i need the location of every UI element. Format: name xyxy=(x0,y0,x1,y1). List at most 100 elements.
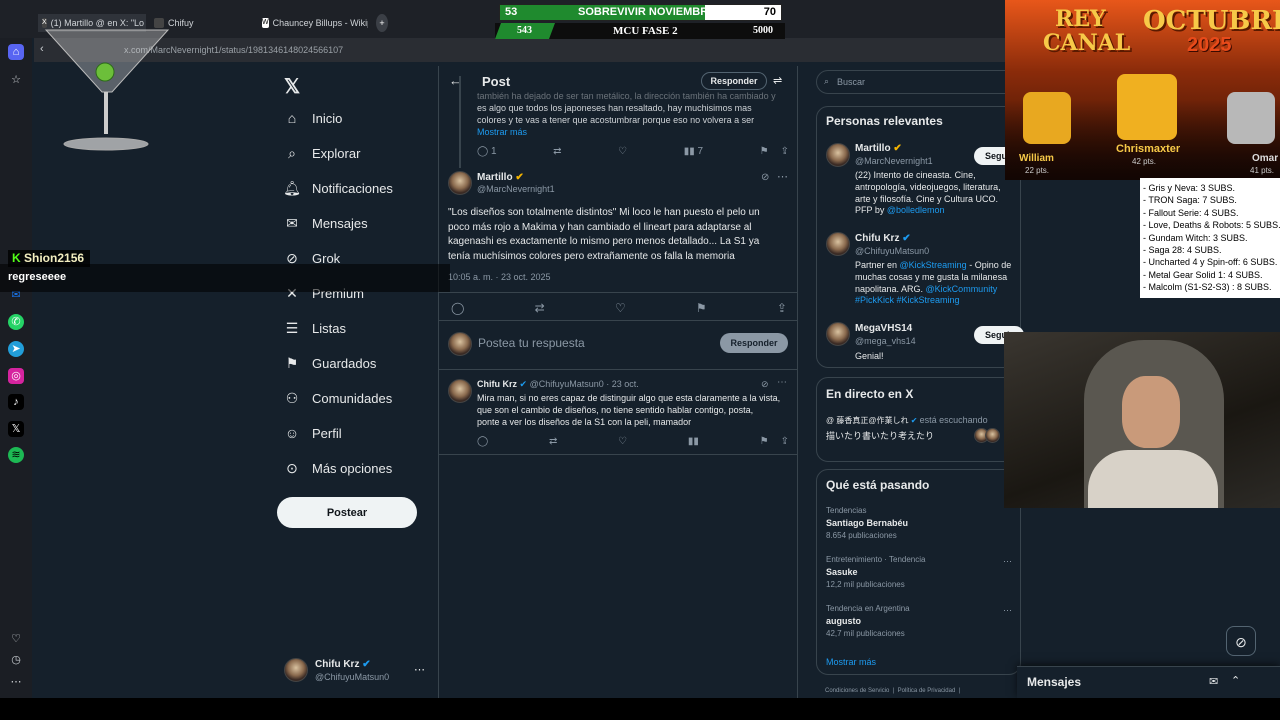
nav-mas-opciones[interactable]: ⊙ Más opciones xyxy=(284,453,392,483)
nav-mensajes[interactable]: ✉ Mensajes xyxy=(284,208,368,238)
mention-link[interactable]: @KickCommunity xyxy=(926,284,998,294)
account-handle: @ChifuyuMatsun0 xyxy=(315,672,390,682)
tiktok-icon[interactable]: ♪ xyxy=(8,394,24,410)
nav-guardados[interactable]: ⚑ Guardados xyxy=(284,348,377,378)
trend-item[interactable]: Tendencias Santiago Bernabéu 8.654 publi… xyxy=(826,506,1011,540)
instagram-icon[interactable]: ◎ xyxy=(8,368,24,384)
person-icon: ☺ xyxy=(284,425,300,441)
grok-icon[interactable]: ⊘ xyxy=(761,379,769,390)
more-icon[interactable]: ⋯ xyxy=(1003,605,1012,616)
x-logo-icon[interactable]: 𝕏 xyxy=(284,74,300,99)
hashtag-link[interactable]: #PickKick #KickStreaming xyxy=(855,295,1020,307)
reply-author[interactable]: Chifu Krz ✔ @ChifuyuMatsun0 · 23 oct. xyxy=(477,379,639,390)
expand-icon[interactable]: ⌃ xyxy=(1231,674,1240,687)
tweet-timestamp[interactable]: 10:05 a. m. · 23 oct. 2025 xyxy=(448,272,551,282)
retweet-icon[interactable]: ⇄ xyxy=(535,301,545,315)
list-item: - Gundam Witch: 3 SUBS. xyxy=(1143,232,1248,243)
like-icon[interactable]: ♡ xyxy=(615,301,626,315)
history-icon[interactable]: ◷ xyxy=(8,652,24,668)
nav-comunidades[interactable]: ⚇ Comunidades xyxy=(284,383,393,413)
retweet-icon[interactable]: ⇄ xyxy=(553,146,561,157)
reply-header-button[interactable]: Responder xyxy=(701,72,767,90)
share-icon[interactable]: ⇪ xyxy=(777,301,787,315)
mention-link[interactable]: @KickStreaming xyxy=(900,260,967,270)
whatsapp-icon[interactable]: ✆ xyxy=(8,314,24,330)
divider xyxy=(439,320,797,321)
show-more-link[interactable]: Mostrar más xyxy=(826,657,876,667)
search-input[interactable]: ⌕ Buscar xyxy=(816,70,1021,94)
heart-icon[interactable]: ♡ xyxy=(8,631,24,647)
stream-screen: O ⌂ ☆ ✉ ✆ ➤ ◎ ♪ 𝕏 ≋ ♡ ◷ ⋯ X(1) Martillo … xyxy=(0,0,1280,720)
reply-icon[interactable]: ◯ xyxy=(477,436,488,447)
grok-icon[interactable]: ⊘ xyxy=(761,172,769,183)
person-name[interactable]: Chifu Krz ✔ xyxy=(855,233,911,244)
like-icon[interactable]: ♡ xyxy=(618,146,627,157)
account-switcher[interactable]: Chifu Krz ✔ @ChifuyuMatsun0 ⋯ xyxy=(284,656,434,692)
tab-wikipedia[interactable]: W Chauncey Billups - Wikip xyxy=(258,14,368,32)
reply-icon[interactable]: ◯ xyxy=(451,301,464,315)
bookmark-icon[interactable]: ⚑ xyxy=(760,436,769,447)
live-user[interactable]: @ 藤香真正@作業しれ ✔ está escuchando xyxy=(826,415,988,426)
x-app-icon[interactable]: 𝕏 xyxy=(8,421,24,437)
messages-dock[interactable]: Mensajes ✉ ⌃ xyxy=(1017,666,1280,698)
author-handle[interactable]: @MarcNevernight1 xyxy=(477,184,555,194)
reply-author-avatar[interactable] xyxy=(448,379,472,403)
star-icon[interactable]: ☆ xyxy=(8,72,24,88)
more-icon: ⊙ xyxy=(286,459,298,476)
share-icon[interactable]: ⇪ xyxy=(781,146,789,157)
bookmark-icon[interactable]: ⚑ xyxy=(760,146,769,157)
compose-message-icon[interactable]: ✉ xyxy=(1209,675,1218,688)
home-icon[interactable]: ⌂ xyxy=(8,44,24,60)
stream-chat-message: K Shion2156 regreseeee xyxy=(0,250,450,292)
settings-sliders-icon[interactable]: ⇌ xyxy=(773,74,782,87)
like-icon[interactable]: ♡ xyxy=(618,436,627,447)
address-bar[interactable]: ‹ x.com/MarcNevernight1/status/198134614… xyxy=(34,38,1005,62)
nav-perfil[interactable]: ☺ Perfil xyxy=(284,418,342,448)
mail-icon: ✉ xyxy=(286,214,298,231)
verified-icon: ✔ xyxy=(362,659,371,670)
bookmark-icon[interactable]: ⚑ xyxy=(696,301,707,315)
telegram-icon[interactable]: ➤ xyxy=(8,341,24,357)
retweet-icon[interactable]: ⇄ xyxy=(549,436,557,447)
author-name[interactable]: Martillo ✔ xyxy=(477,172,524,183)
avatar[interactable] xyxy=(826,322,850,346)
reply-action[interactable]: ◯ 1 xyxy=(477,146,497,157)
messages-title: Mensajes xyxy=(1027,675,1082,689)
person-handle[interactable]: @ChifuyuMatsun0 xyxy=(855,246,929,256)
reply-input[interactable]: Postea tu respuesta xyxy=(478,336,585,350)
share-icon[interactable]: ⇪ xyxy=(781,436,789,447)
grok-float-button[interactable]: ⊘ xyxy=(1226,626,1256,656)
post-button[interactable]: Postear xyxy=(277,497,417,528)
chart-icon[interactable]: ▮▮ xyxy=(688,436,699,447)
nav-explorar[interactable]: ⌕ Explorar xyxy=(284,138,360,168)
person-handle[interactable]: @mega_vhs14 xyxy=(855,336,916,346)
spotify-icon[interactable]: ≋ xyxy=(8,447,24,463)
nav-inicio[interactable]: ⌂ Inicio xyxy=(284,103,343,133)
more-icon[interactable]: ⋯ xyxy=(414,663,425,676)
goal-bar-top: 53 SOBREVIVIR NOVIEMBRE 70 xyxy=(499,4,782,21)
footer-links[interactable]: Condiciones de Servicio | Política de Pr… xyxy=(825,688,960,694)
more-icon[interactable]: ⋯ xyxy=(1003,556,1012,567)
reply-submit-button[interactable]: Responder xyxy=(720,333,788,353)
more-icon[interactable]: ⋯ xyxy=(8,674,24,690)
person-name[interactable]: Martillo ✔ xyxy=(855,143,902,154)
show-more-link[interactable]: Mostrar más xyxy=(477,126,795,138)
person-name[interactable]: MegaVHS14 xyxy=(855,323,912,334)
right-sidebar: ⌕ Buscar Personas relevantes Martillo ✔ @… xyxy=(808,66,1024,698)
avatar[interactable] xyxy=(826,143,850,167)
more-icon[interactable]: ⋯ xyxy=(777,170,788,183)
more-icon[interactable]: ⋯ xyxy=(777,377,787,388)
views-action[interactable]: ▮▮ 7 xyxy=(684,146,703,157)
person-handle[interactable]: @MarcNevernight1 xyxy=(855,156,933,166)
trend-item[interactable]: Entretenimiento · Tendencia Sasuke 12,2 … xyxy=(826,555,1011,589)
mention-link[interactable]: @bolledlemon xyxy=(887,205,945,215)
player-avatar xyxy=(1023,92,1071,144)
new-tab-button[interactable]: + xyxy=(376,14,388,32)
nav-listas[interactable]: ☰ Listas xyxy=(284,313,346,343)
page-title: Post xyxy=(482,74,511,89)
trend-item[interactable]: Tendencia en Argentina augusto 42,7 mil … xyxy=(826,604,1011,638)
nav-notificaciones[interactable]: 🔔︎ Notificaciones xyxy=(283,173,393,203)
author-avatar[interactable] xyxy=(448,171,472,195)
avatar[interactable] xyxy=(826,232,850,256)
list-item: - Malcolm (S1-S2-S3) : 8 SUBS. xyxy=(1143,282,1272,293)
